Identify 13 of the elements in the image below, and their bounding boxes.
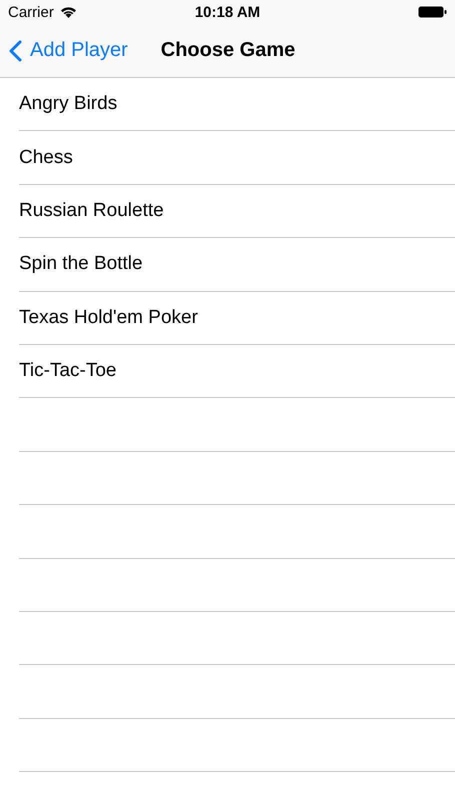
game-name[interactable]: Angry Birds xyxy=(19,93,118,116)
game-name[interactable]: Chess xyxy=(19,146,73,169)
carrier-name: Carrier xyxy=(8,4,54,20)
screen-title: Choose Game xyxy=(160,39,296,62)
clock-time: 10:18 AM xyxy=(194,4,260,20)
game-name[interactable]: Texas Hold'em Poker xyxy=(19,306,198,329)
game-name[interactable]: Spin the Bottle xyxy=(19,253,143,276)
chevron-left-icon xyxy=(9,40,22,62)
game-name[interactable]: Russian Roulette xyxy=(19,200,164,222)
battery-icon xyxy=(418,6,447,18)
back-button[interactable]: Add Player xyxy=(9,39,128,62)
game-name[interactable]: Tic-Tac-Toe xyxy=(19,360,116,382)
wifi-icon xyxy=(60,6,77,18)
